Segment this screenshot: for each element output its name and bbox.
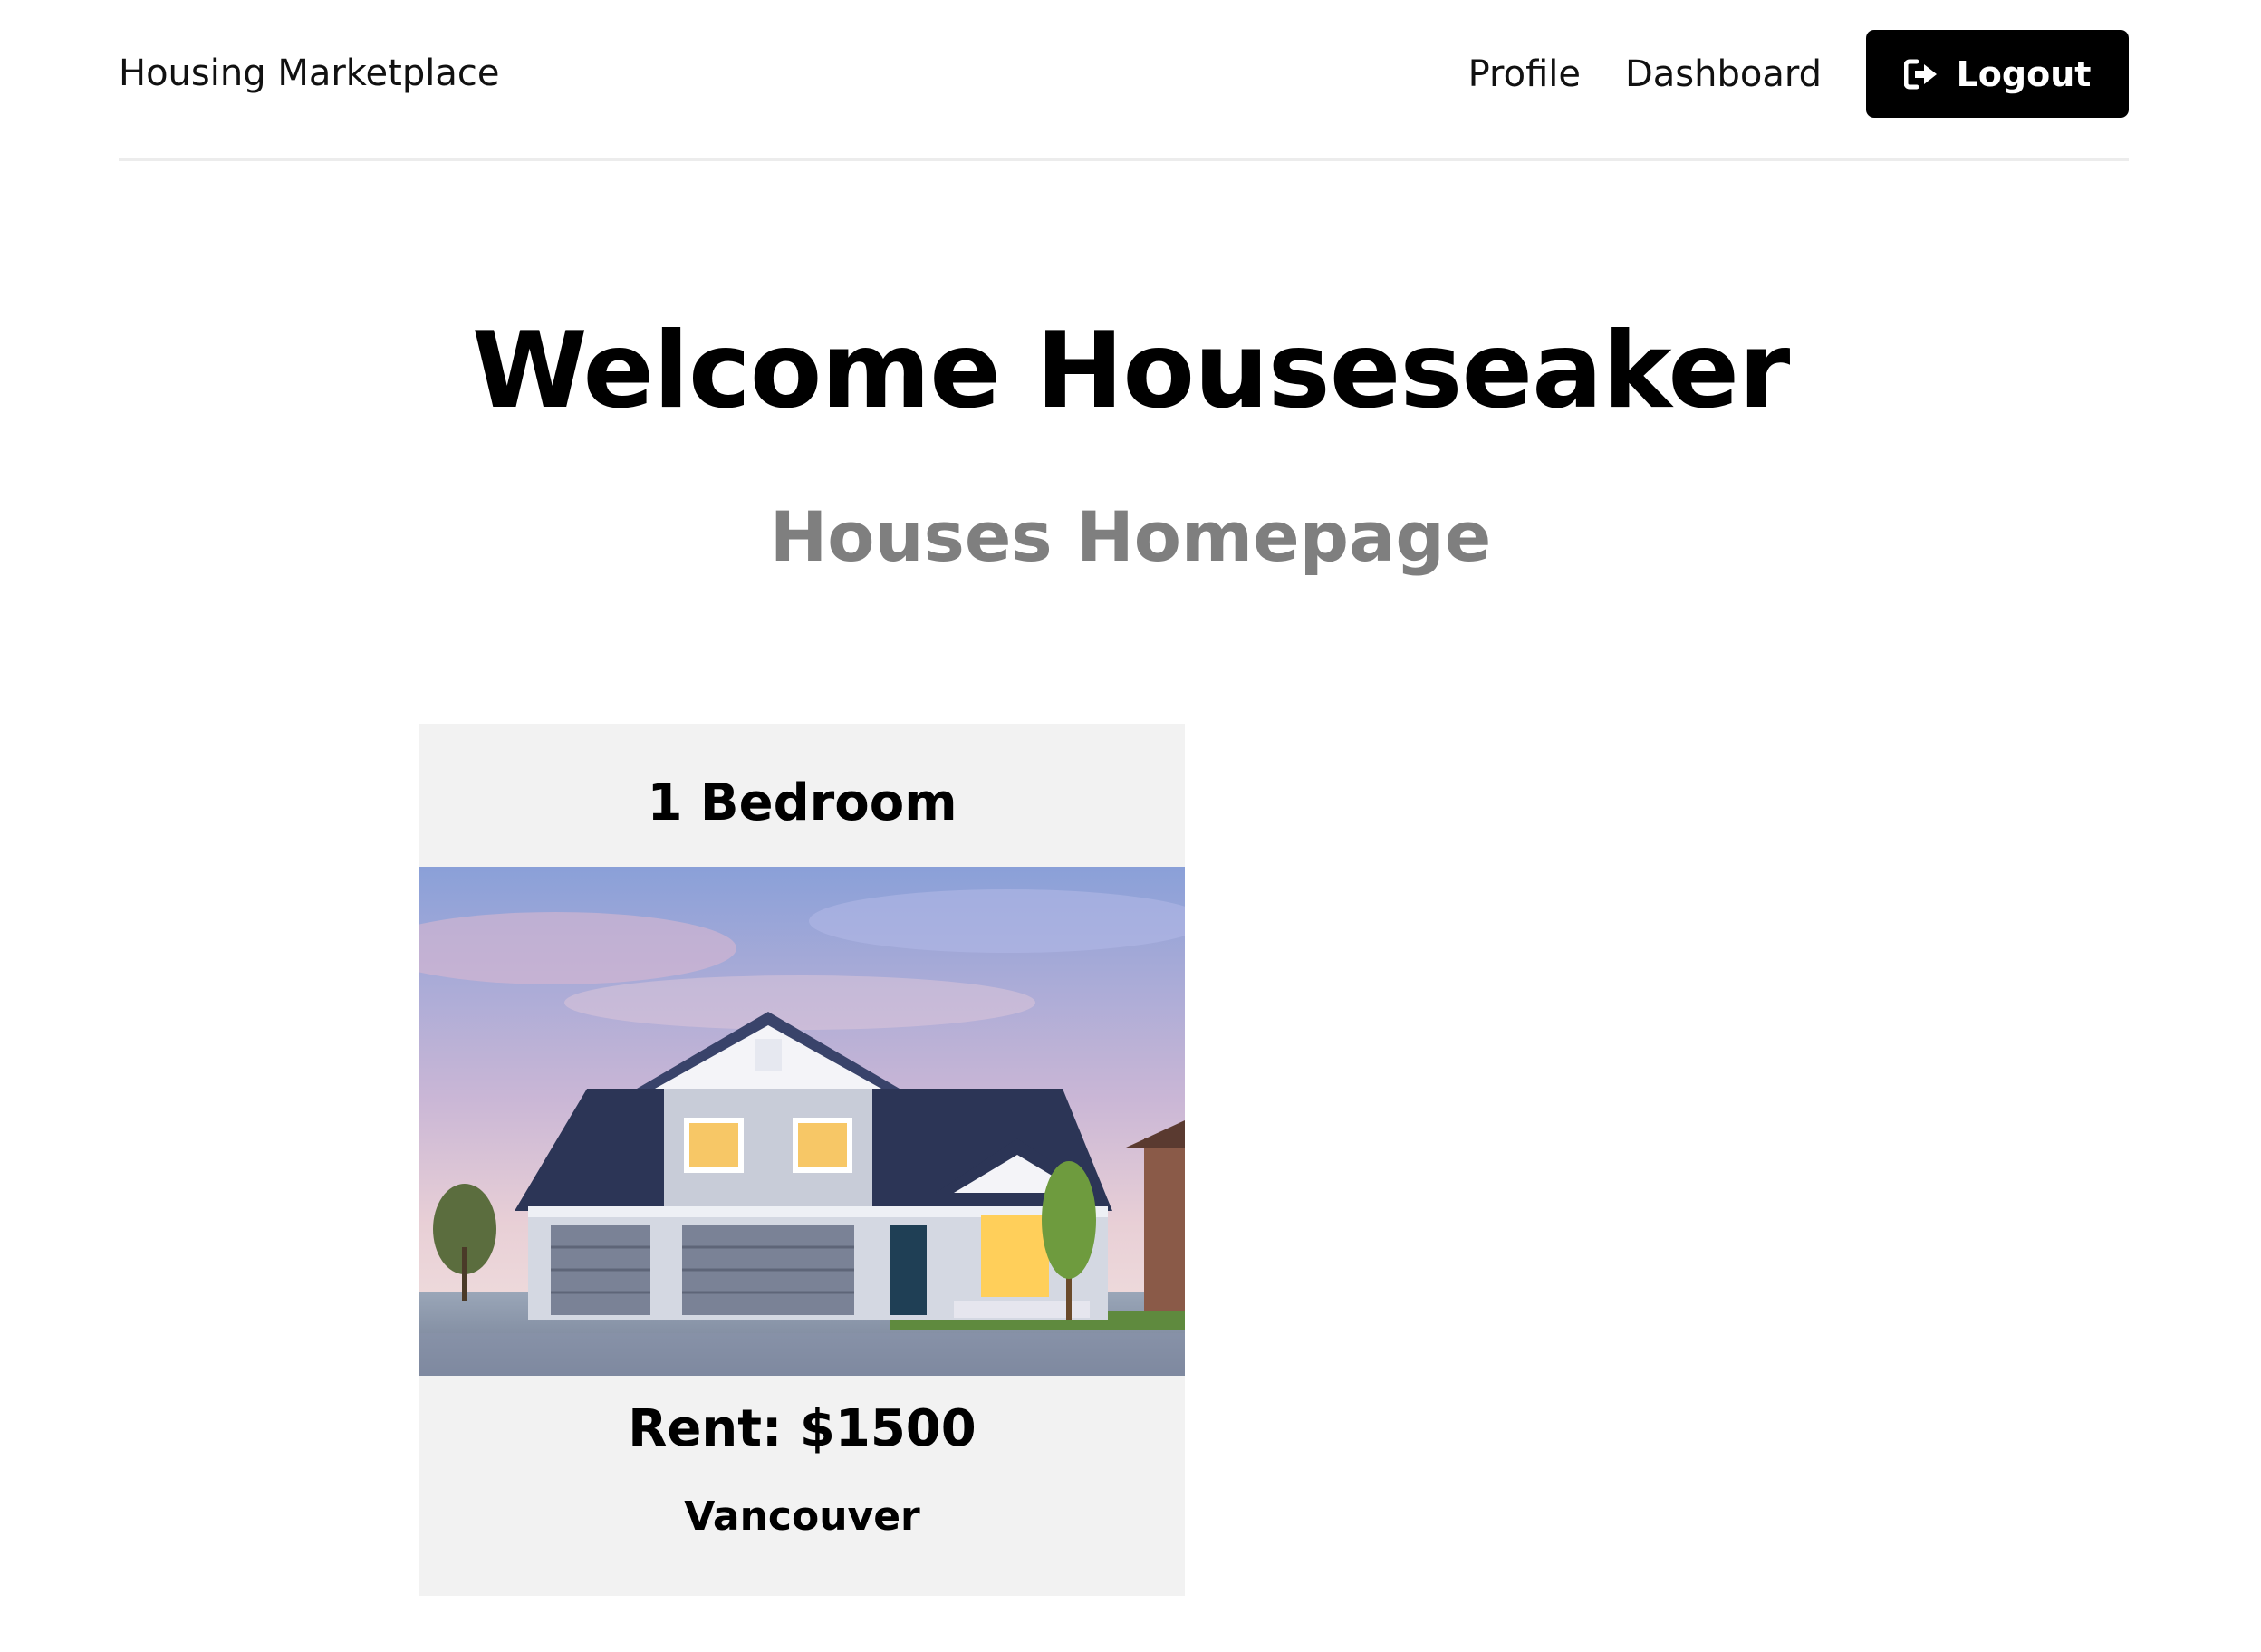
logout-label: Logout bbox=[1956, 53, 2092, 94]
listing-card[interactable]: 1 Bedroom Rent: $1500 Vancouver bbox=[419, 724, 1185, 1596]
listing-city: Vancouver bbox=[684, 1494, 920, 1540]
nav-links: Profile Dashboard Logout bbox=[1468, 30, 2129, 118]
sign-out-icon bbox=[1903, 59, 1937, 89]
page-subtitle: Houses Homepage bbox=[769, 496, 1492, 577]
house-photo bbox=[419, 867, 1185, 1376]
brand-link[interactable]: Housing Marketplace bbox=[119, 50, 499, 97]
logout-button[interactable]: Logout bbox=[1866, 30, 2129, 118]
listing-rent: Rent: $1500 bbox=[628, 1399, 977, 1458]
page-title: Welcome Houseseaker bbox=[471, 310, 1791, 432]
nav-link-profile[interactable]: Profile bbox=[1468, 53, 1581, 95]
navbar: Housing Marketplace Profile Dashboard Lo… bbox=[119, 0, 2129, 161]
listing-title: 1 Bedroom bbox=[647, 773, 957, 832]
nav-link-dashboard[interactable]: Dashboard bbox=[1625, 53, 1822, 95]
